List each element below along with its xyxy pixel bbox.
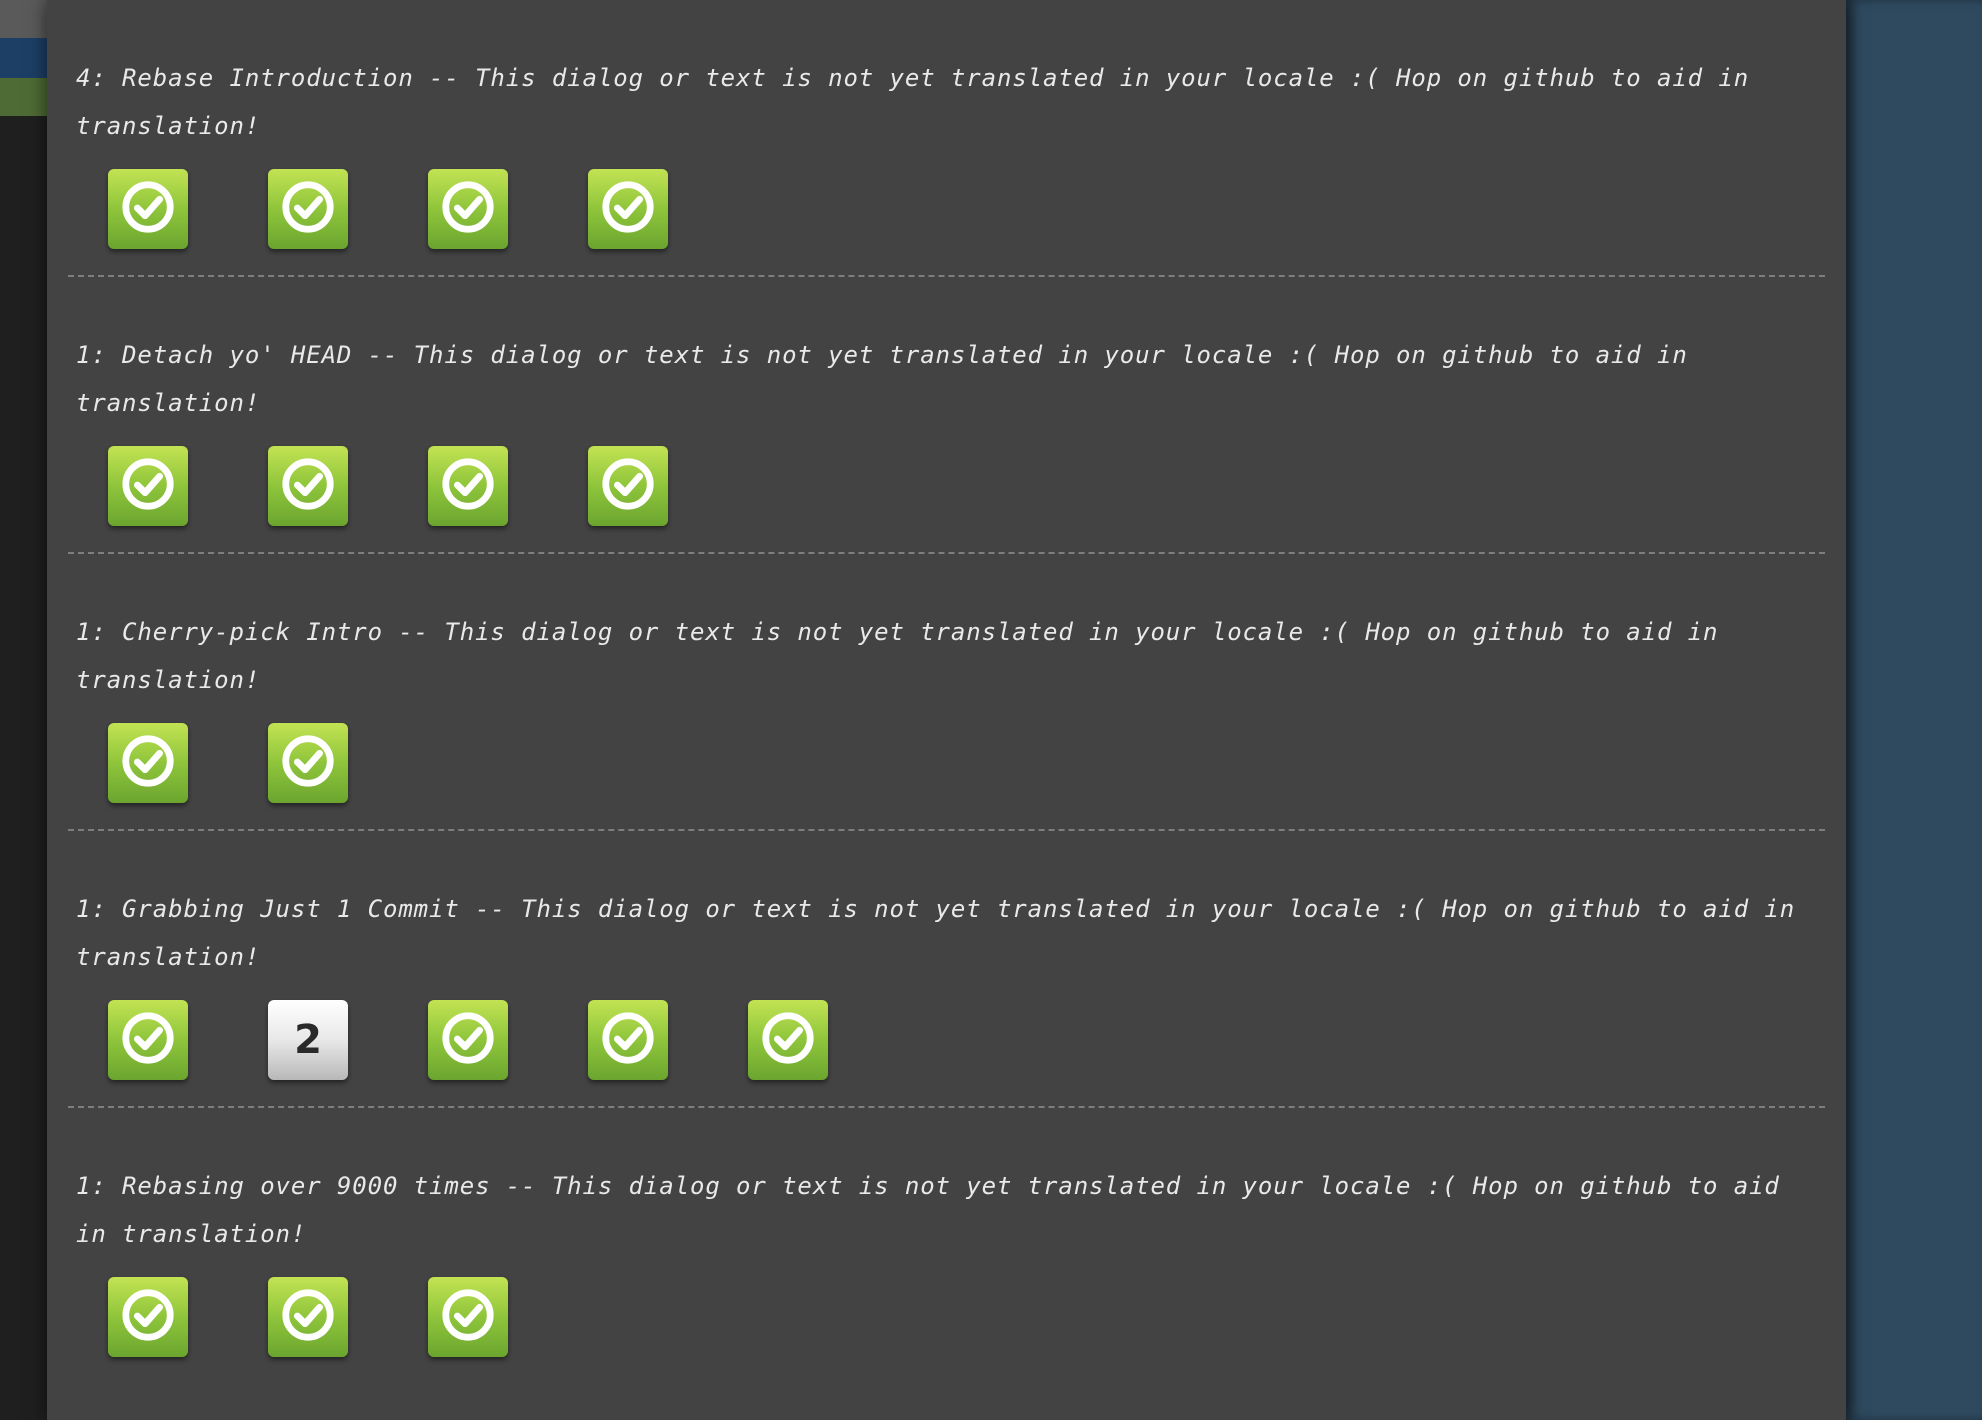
completed-level-button[interactable] [268,169,348,249]
check-circle-icon [119,1009,177,1071]
level-title: 1: Detach yo' HEAD -- This dialog or tex… [76,341,1688,417]
level-icons [68,704,1825,829]
completed-level-button[interactable] [108,1277,188,1357]
completed-level-button[interactable] [588,169,668,249]
completed-level-button[interactable] [108,169,188,249]
completed-level-button[interactable] [268,1277,348,1357]
completed-level-button[interactable] [748,1000,828,1080]
incomplete-level-button[interactable]: 2 [268,1000,348,1080]
check-circle-icon [119,1286,177,1348]
check-circle-icon [279,455,337,517]
completed-level-button[interactable] [428,446,508,526]
level-row: 1: Cherry-pick Intro -- This dialog or t… [68,554,1825,831]
background-right [1846,0,1982,1420]
level-select-dialog: 4: Rebase Introduction -- This dialog or… [47,0,1846,1420]
level-row: 1: Rebasing over 9000 times -- This dial… [68,1108,1825,1383]
background-tab [0,0,47,38]
level-row: 4: Rebase Introduction -- This dialog or… [68,0,1825,277]
level-row: 1: Detach yo' HEAD -- This dialog or tex… [68,277,1825,554]
completed-level-button[interactable] [588,1000,668,1080]
check-circle-icon [439,455,497,517]
completed-level-button[interactable] [428,1000,508,1080]
completed-level-button[interactable] [108,1000,188,1080]
level-title: 1: Grabbing Just 1 Commit -- This dialog… [76,895,1796,971]
check-circle-icon [599,455,657,517]
check-circle-icon [119,178,177,240]
level-row: 1: Grabbing Just 1 Commit -- This dialog… [68,831,1825,1108]
check-circle-icon [279,1286,337,1348]
check-circle-icon [439,1286,497,1348]
level-icons [68,150,1825,275]
check-circle-icon [279,178,337,240]
level-title: 1: Cherry-pick Intro -- This dialog or t… [76,618,1719,694]
completed-level-button[interactable] [108,723,188,803]
check-circle-icon [599,178,657,240]
level-icons [68,1258,1825,1383]
check-circle-icon [119,455,177,517]
level-icons [68,427,1825,552]
completed-level-button[interactable] [268,446,348,526]
background-tab [0,38,47,78]
level-title: 4: Rebase Introduction -- This dialog or… [76,64,1750,140]
level-title: 1: Rebasing over 9000 times -- This dial… [76,1172,1780,1248]
level-icons: 2 [68,981,1825,1106]
check-circle-icon [599,1009,657,1071]
check-circle-icon [279,732,337,794]
background-tab [0,78,47,116]
check-circle-icon [119,732,177,794]
completed-level-button[interactable] [428,169,508,249]
check-circle-icon [439,178,497,240]
check-circle-icon [759,1009,817,1071]
check-circle-icon [439,1009,497,1071]
level-list: 4: Rebase Introduction -- This dialog or… [68,0,1825,1383]
completed-level-button[interactable] [268,723,348,803]
background-left-strip [0,0,47,1420]
level-number: 2 [294,1017,322,1063]
completed-level-button[interactable] [108,446,188,526]
completed-level-button[interactable] [588,446,668,526]
completed-level-button[interactable] [428,1277,508,1357]
